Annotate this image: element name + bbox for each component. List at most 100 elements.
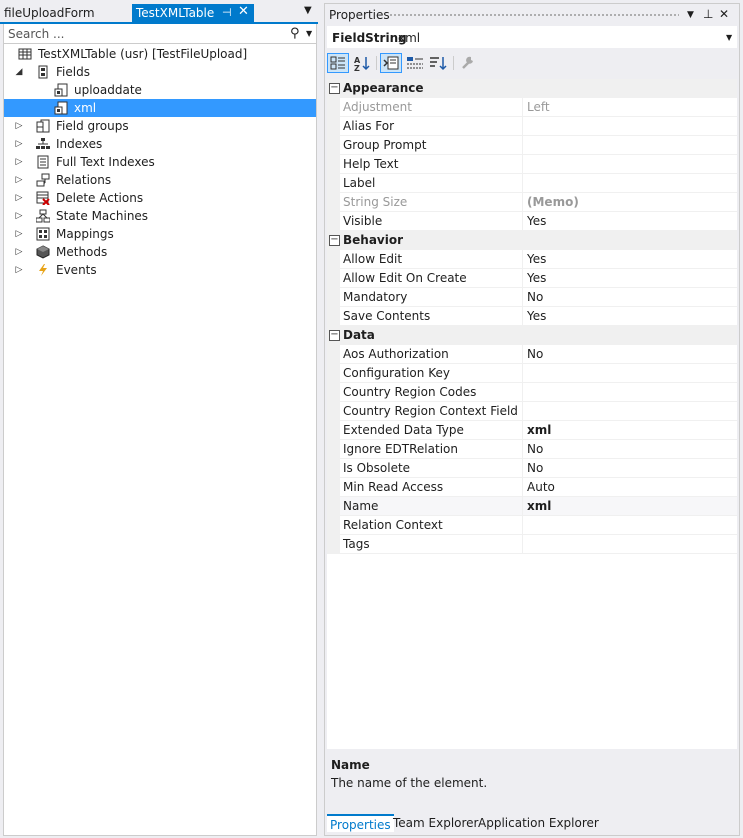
expand-icon[interactable]: ▷ [14, 225, 24, 243]
collapse-icon[interactable]: − [329, 83, 340, 94]
property-value[interactable]: Yes [527, 269, 546, 288]
pin-icon[interactable]: ⊣ [222, 6, 232, 19]
category-appearance[interactable]: − Appearance [327, 79, 737, 98]
tree-node-relations[interactable]: ▷ Relations [4, 171, 316, 189]
tree-node-field-groups[interactable]: ▷ Field groups [4, 117, 316, 135]
tab-team-explorer[interactable]: Team Explorer [393, 816, 479, 830]
field-icon [54, 83, 68, 97]
lightning-icon [39, 264, 47, 276]
alphabetical-button[interactable]: A Z [351, 53, 373, 73]
close-icon[interactable]: ✕ [238, 4, 249, 19]
property-row[interactable]: Country Region Context Field [327, 402, 737, 421]
categorized-button[interactable] [327, 53, 349, 73]
property-row[interactable]: Adjustment Left [327, 98, 737, 117]
property-row[interactable]: Min Read Access Auto [327, 478, 737, 497]
tree-node-field-uploaddate[interactable]: uploaddate [4, 81, 316, 99]
property-row[interactable]: Tags [327, 535, 737, 554]
property-row[interactable]: Mandatory No [327, 288, 737, 307]
search-icon[interactable]: ⚲ [290, 26, 300, 41]
expand-icon[interactable]: ▷ [14, 207, 24, 225]
tree-node-fields[interactable]: ◢ Fields [4, 63, 316, 81]
delete-actions-icon [36, 191, 50, 205]
property-name: Relation Context [343, 518, 443, 532]
tree-node-delete-actions[interactable]: ▷ Delete Actions [4, 189, 316, 207]
category-data[interactable]: − Data [327, 326, 737, 345]
property-value[interactable]: xml [527, 421, 551, 440]
pin-icon[interactable]: ⊥ [703, 7, 713, 21]
property-row[interactable]: Extended Data Type xml [327, 421, 737, 440]
property-value[interactable]: Left [527, 98, 550, 117]
tree-node-indexes[interactable]: ▷ Indexes [4, 135, 316, 153]
object-type: FieldString [332, 31, 407, 45]
search-dropdown-icon[interactable]: ▼ [306, 29, 312, 38]
tab-fileuploadform[interactable]: fileUploadForm [4, 6, 95, 20]
tree-node-events[interactable]: ▷ Events [4, 261, 316, 279]
expand-icon[interactable]: ▷ [14, 117, 24, 135]
expand-icon[interactable]: ▷ [14, 171, 24, 189]
property-row[interactable]: Is Obsolete No [327, 459, 737, 478]
property-row[interactable]: Aos Authorization No [327, 345, 737, 364]
property-value[interactable]: Yes [527, 307, 546, 326]
property-row[interactable]: Alias For [327, 117, 737, 136]
tabs-dropdown-icon[interactable]: ▼ [304, 5, 312, 16]
property-name: String Size [343, 195, 408, 209]
tab-properties[interactable]: Properties [327, 814, 394, 832]
drag-grip[interactable] [389, 13, 679, 18]
wrench-icon [462, 56, 473, 69]
object-selector[interactable]: FieldString xml ▼ [327, 26, 737, 48]
tree-node-full-text-indexes[interactable]: ▷ Full Text Indexes [4, 153, 316, 171]
chevron-down-icon[interactable]: ▼ [726, 33, 732, 42]
property-row[interactable]: Relation Context [327, 516, 737, 535]
tree-node-label: Delete Actions [56, 191, 144, 205]
indexes-icon [36, 138, 50, 149]
tree-node-state-machines[interactable]: ▷ State Machines [4, 207, 316, 225]
tab-application-explorer[interactable]: Application Explorer [478, 816, 599, 830]
tree-node-methods[interactable]: ▷ Methods [4, 243, 316, 261]
collapse-icon[interactable]: − [329, 235, 340, 246]
property-name: Configuration Key [343, 366, 450, 380]
description-text: The name of the element. [331, 776, 488, 790]
property-value[interactable]: No [527, 459, 543, 478]
property-value[interactable]: Auto [527, 478, 555, 497]
expand-icon[interactable]: ▷ [14, 135, 24, 153]
property-value[interactable]: No [527, 440, 543, 459]
tree-node-label: Methods [56, 245, 108, 259]
property-value[interactable]: Yes [527, 250, 546, 269]
property-row[interactable]: Save Contents Yes [327, 307, 737, 326]
expand-icon[interactable]: ▷ [14, 153, 24, 171]
tree-node-field-xml[interactable]: xml [4, 99, 316, 117]
window-menu-icon[interactable]: ▼ [687, 10, 694, 20]
property-value[interactable]: Yes [527, 212, 546, 231]
events-view-button[interactable] [404, 53, 426, 73]
category-behavior[interactable]: − Behavior [327, 231, 737, 250]
properties-view-button[interactable] [380, 53, 402, 73]
property-row[interactable]: Help Text [327, 155, 737, 174]
full-text-index-icon [37, 155, 49, 169]
property-row[interactable]: Ignore EDTRelation No [327, 440, 737, 459]
property-row[interactable]: Visible Yes [327, 212, 737, 231]
expand-icon[interactable]: ▷ [14, 261, 24, 279]
collapse-icon[interactable]: ◢ [14, 63, 24, 81]
tree-node-root[interactable]: TestXMLTable (usr) [TestFileUpload] [4, 45, 316, 63]
tab-testxmltable[interactable]: TestXMLTable ⊣ ✕ [132, 4, 254, 24]
property-row[interactable]: Country Region Codes [327, 383, 737, 402]
close-icon[interactable]: ✕ [719, 7, 729, 21]
property-value[interactable]: xml [527, 497, 551, 516]
property-row[interactable]: Allow Edit On Create Yes [327, 269, 737, 288]
settings-button[interactable] [457, 53, 479, 73]
property-value[interactable]: No [527, 288, 543, 307]
expand-icon[interactable]: ▷ [14, 189, 24, 207]
property-row[interactable]: String Size (Memo) [327, 193, 737, 212]
tree-node-mappings[interactable]: ▷ Mappings [4, 225, 316, 243]
sort-button[interactable] [427, 53, 449, 73]
property-value[interactable]: (Memo) [527, 193, 579, 212]
property-value[interactable]: No [527, 345, 543, 364]
property-row[interactable]: Configuration Key [327, 364, 737, 383]
property-row[interactable]: Label [327, 174, 737, 193]
collapse-icon[interactable]: − [329, 330, 340, 341]
property-row[interactable]: Group Prompt [327, 136, 737, 155]
expand-icon[interactable]: ▷ [14, 243, 24, 261]
search-input[interactable] [8, 26, 278, 42]
property-row[interactable]: Name xml [327, 497, 737, 516]
property-row[interactable]: Allow Edit Yes [327, 250, 737, 269]
